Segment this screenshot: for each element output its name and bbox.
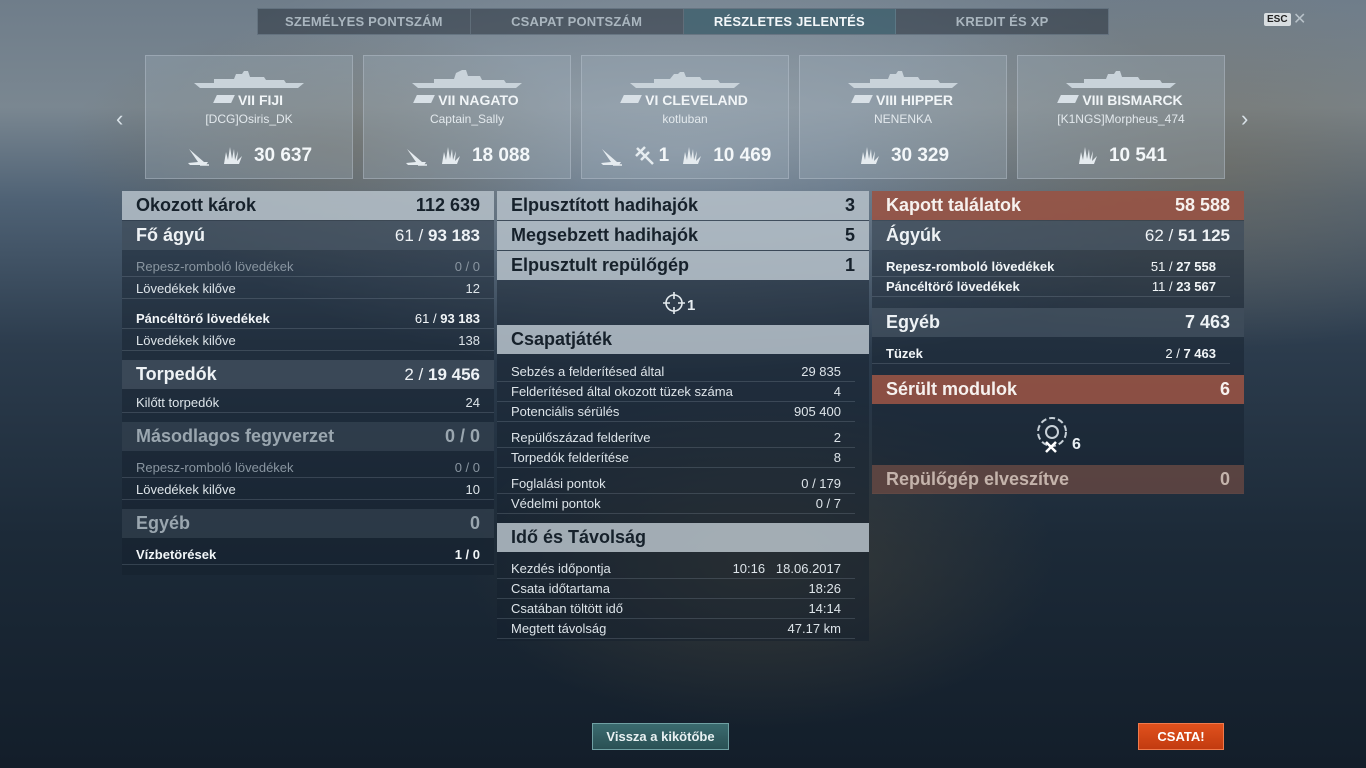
module-damage-icon	[1037, 417, 1067, 453]
damage-value: 18 088	[471, 145, 531, 166]
damage-dealt-header: Okozott károk 112 639	[122, 191, 494, 220]
close-icon[interactable]: ✕	[1293, 9, 1306, 29]
planes-shot-value: 1	[658, 145, 670, 166]
teamplay-row: Repülőszázad felderítve 2	[497, 428, 855, 448]
he-received-row: Repesz-romboló lövedékek 51 / 27 558	[872, 257, 1230, 277]
module-damage-badge: 6	[1034, 414, 1081, 454]
player-name: [K1NGS]Morpheus_474	[1057, 112, 1185, 126]
report-tabs: SZEMÉLYES PONTSZÁM CSAPAT PONTSZÁM RÉSZL…	[257, 8, 1109, 35]
damage-burst-icon	[1078, 147, 1097, 164]
ap-received-row: Páncéltörő lövedékek 11 / 23 567	[872, 277, 1230, 297]
ship-card[interactable]: VII NAGATO Captain_Sally 18 088	[363, 55, 571, 179]
damage-value: 10 541	[1108, 145, 1168, 166]
ship-silhouette-icon	[630, 72, 740, 88]
teamplay-row: Felderítésed által okozott tüzek száma 4	[497, 382, 855, 402]
teamplay-row: Védelmi pontok 0 / 7	[497, 494, 855, 514]
time-row: Kezdés időpontja 10:16 18.06.2017	[497, 559, 855, 579]
esc-key-badge[interactable]: ESC	[1264, 13, 1291, 26]
time-distance-header: Idő és Távolság	[497, 523, 869, 552]
torpedoes-header: Torpedók 2 / 19 456	[122, 360, 494, 389]
ship-card[interactable]: VI CLEVELAND kotluban 1 10 469	[581, 55, 789, 179]
damage-burst-icon	[860, 147, 879, 164]
teamplay-header: Csapatjáték	[497, 325, 869, 354]
teamplay-row: Foglalási pontok 0 / 179	[497, 474, 855, 494]
planes-destroyed-header: Elpusztult repülőgép 1	[497, 251, 869, 280]
ship-silhouette-icon	[412, 70, 522, 88]
other-header: Egyéb 0	[122, 509, 494, 538]
flooding-row: Vízbetörések 1 / 0	[122, 545, 494, 565]
chevron-right-icon[interactable]: ›	[1241, 106, 1248, 132]
ship-name: VII NAGATO	[364, 92, 570, 108]
main-ap-shells-row: Páncéltörő lövedékek 61 / 93 183	[122, 309, 494, 329]
ship-silhouette-icon	[1066, 71, 1176, 88]
time-row: Csata időtartama 18:26	[497, 579, 855, 599]
plane-kill-badge: 1	[663, 292, 695, 314]
ship-silhouette-icon	[194, 71, 304, 88]
torpedo-hit-icon	[187, 149, 209, 166]
battle-button[interactable]: CSATA!	[1138, 723, 1224, 750]
secondary-header: Másodlagos fegyverzet 0 / 0	[122, 422, 494, 451]
player-name: [DCG]Osiris_DK	[205, 112, 293, 126]
hits-received-header: Kapott találatok 58 588	[872, 191, 1244, 220]
ship-name: VI CLEVELAND	[582, 92, 788, 108]
chevron-left-icon[interactable]: ‹	[116, 106, 123, 132]
other-received-header: Egyéb 7 463	[872, 308, 1244, 337]
tab-credits-xp[interactable]: KREDIT ÉS XP	[896, 9, 1108, 34]
ship-name: VIII HIPPER	[800, 92, 1006, 108]
main-he-fired-row: Lövedékek kilőve 12	[122, 279, 494, 299]
damage-burst-icon	[223, 147, 242, 164]
damage-burst-icon	[683, 147, 702, 164]
destroyed-ships-header: Elpusztított hadihajók 3	[497, 191, 869, 220]
damaged-ships-header: Megsebzett hadihajók 5	[497, 221, 869, 250]
time-row: Megtett távolság 47.17 km	[497, 619, 855, 639]
secondary-he-row: Repesz-romboló lövedékek 0 / 0	[122, 458, 494, 478]
damage-burst-icon	[441, 147, 460, 164]
plane-shot-icon	[634, 146, 654, 165]
crosshair-icon	[663, 292, 685, 314]
damaged-modules-header: Sérült modulok 6	[872, 375, 1244, 404]
teamplay-row: Sebzés a felderítésed által 29 835	[497, 362, 855, 382]
tab-personal-score[interactable]: SZEMÉLYES PONTSZÁM	[258, 9, 471, 34]
player-name: Captain_Sally	[429, 112, 505, 126]
damage-value: 30 329	[890, 145, 950, 166]
ship-name: VII FIJI	[146, 92, 352, 108]
ship-silhouette-icon	[848, 71, 958, 88]
secondary-fired-row: Lövedékek kilőve 10	[122, 480, 494, 500]
guns-received-header: Ágyúk 62 / 51 125	[872, 221, 1244, 250]
torpedoes-fired-row: Kilőtt torpedók 24	[122, 393, 494, 413]
player-name: NENENKA	[873, 112, 932, 126]
planes-lost-header: Repülőgép elveszítve 0	[872, 465, 1244, 494]
tab-detailed-report[interactable]: RÉSZLETES JELENTÉS	[683, 9, 897, 34]
fires-row: Tüzek 2 / 7 463	[872, 344, 1230, 364]
ship-name: VIII BISMARCK	[1018, 92, 1224, 108]
player-name: kotluban	[662, 112, 708, 126]
ship-card[interactable]: VII FIJI [DCG]Osiris_DK 30 637	[145, 55, 353, 179]
main-ap-fired-row: Lövedékek kilőve 138	[122, 331, 494, 351]
torpedo-hit-icon	[405, 149, 427, 166]
time-row: Csatában töltött idő 14:14	[497, 599, 855, 619]
tab-team-score[interactable]: CSAPAT PONTSZÁM	[471, 9, 684, 34]
back-to-port-button[interactable]: Vissza a kikötőbe	[592, 723, 729, 750]
damage-value: 30 637	[253, 145, 313, 166]
main-guns-header: Fő ágyú 61 / 93 183	[122, 221, 494, 250]
damage-value: 10 469	[713, 145, 772, 166]
torpedo-hit-icon	[600, 149, 622, 166]
ship-card[interactable]: VIII BISMARCK [K1NGS]Morpheus_474 10 541	[1017, 55, 1225, 179]
teamplay-row: Potenciális sérülés 905 400	[497, 402, 855, 422]
main-he-shells-row: Repesz-romboló lövedékek 0 / 0	[122, 257, 494, 277]
teamplay-row: Torpedók felderítése 8	[497, 448, 855, 468]
ship-card[interactable]: VIII HIPPER NENENKA 30 329	[799, 55, 1007, 179]
